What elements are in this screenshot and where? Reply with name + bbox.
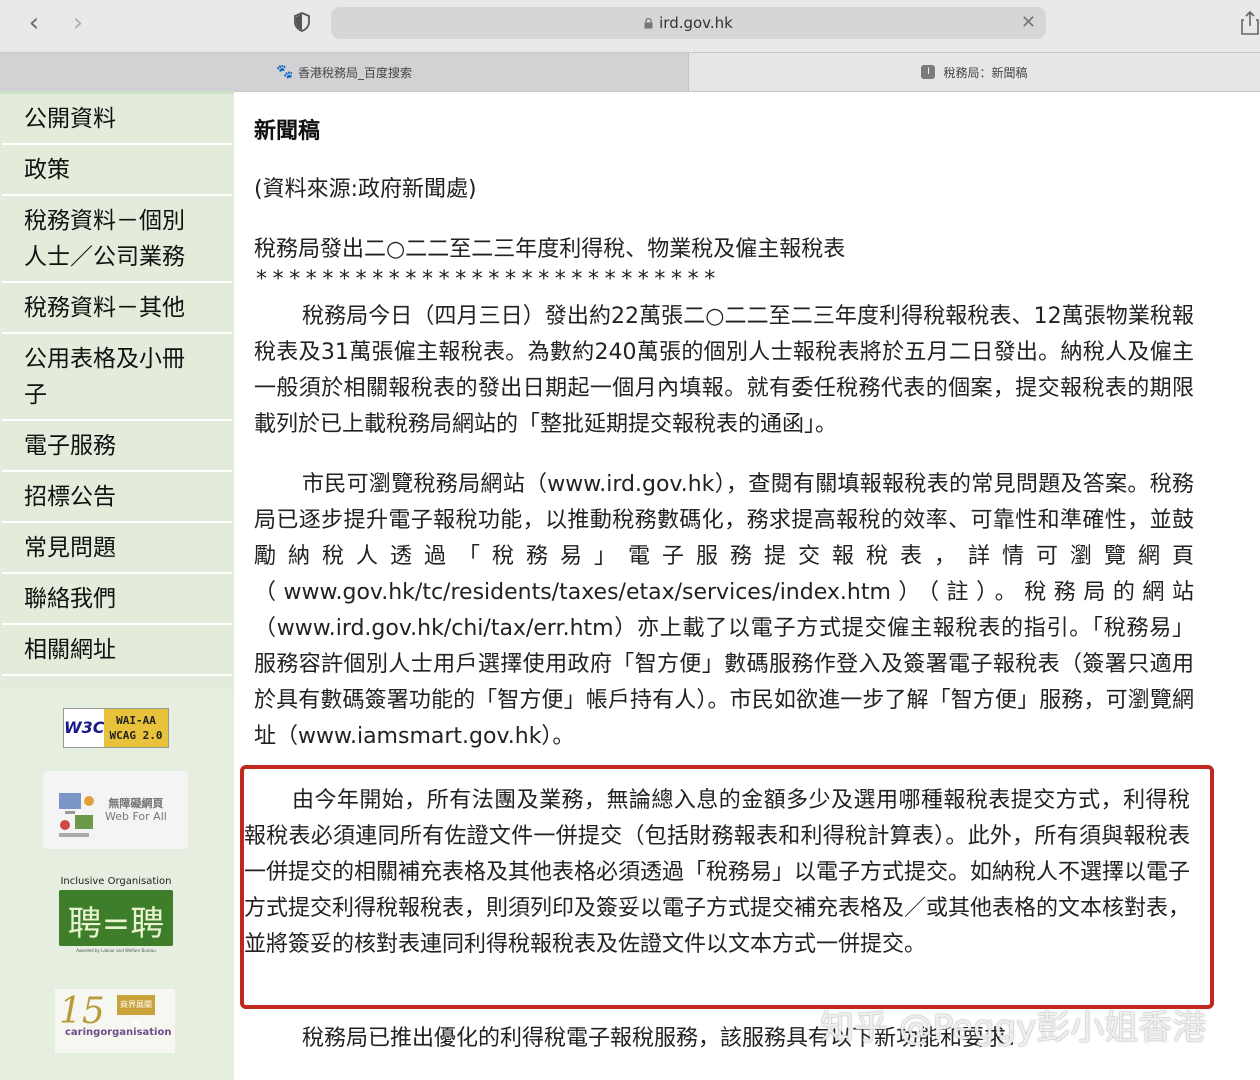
sidebar-item-forms-booklets[interactable]: 公用表格及小冊子 [2, 334, 232, 421]
wcag-label: WAI-AA WCAG 2.0 [104, 709, 168, 747]
wcag-version: WCAG 2.0 [109, 729, 163, 742]
sidebar-item-contact-us[interactable]: 聯絡我們 [2, 574, 232, 625]
sidebar-item-tax-individual-business[interactable]: 稅務資料－個別人士／公司業務 [2, 196, 232, 283]
inclusive-logo: 聘=聘 [59, 890, 173, 946]
news-source: (資料來源:政府新聞處) [254, 177, 477, 202]
inclusive-foot: Awarded by Labour and Welfare Bureau [76, 948, 156, 953]
paragraph-supporting-documents: 由今年開始，所有法團及業務，無論總入息的金額多少及選用哪種報稅表提交方式，利得稅… [244, 788, 1191, 957]
sidebar-item-faq[interactable]: 常見問題 [2, 523, 232, 574]
web-for-all-en: Web For All [105, 810, 167, 823]
shield-icon[interactable] [294, 12, 310, 32]
baidu-paw-icon: 🐾 [275, 64, 294, 80]
sidebar-item-tax-other[interactable]: 稅務資料－其他 [2, 283, 232, 334]
caring-text: caringorganisation [65, 1027, 172, 1038]
web-for-all-zh: 無障礙網頁 [108, 797, 164, 810]
clear-url-icon[interactable]: ✕ [1021, 12, 1036, 33]
highlighted-paragraph-box: 由今年開始，所有法團及業務，無論總入息的金額多少及選用哪種報稅表提交方式，利得稅… [240, 765, 1214, 1009]
inclusive-organisation-badge[interactable]: Inclusive Organisation 聘=聘 Awarded by La… [55, 876, 177, 958]
sidebar-item-public-info[interactable]: 公開資料 [2, 94, 232, 145]
zhihu-watermark: 知乎 @Peggy彭小姐香港 [820, 1008, 1207, 1048]
tab-strip: 🐾 香港稅務局_百度搜索 I 稅務局：新聞稿 [0, 52, 1260, 92]
browser-toolbar: ‹ › ird.gov.hk ✕ [0, 0, 1260, 52]
sidebar-item-related-links[interactable]: 相關網址 [2, 625, 232, 676]
forward-icon[interactable]: › [64, 10, 92, 38]
caring-plus-label: 商界展關懷 [117, 995, 155, 1029]
page-title: 新聞稿 [254, 119, 321, 144]
sidebar: 公開資料 政策 稅務資料－個別人士／公司業務 稅務資料－其他 公用表格及小冊子 … [0, 91, 234, 1080]
inclusive-title: Inclusive Organisation [60, 876, 172, 887]
sidebar-item-eservices[interactable]: 電子服務 [2, 421, 232, 472]
web-for-all-badge[interactable]: 無障礙網頁 Web For All [43, 771, 188, 849]
back-icon[interactable]: ‹ [20, 10, 48, 38]
w3c-logo: W3C [64, 718, 105, 737]
main-content: 新聞稿 (資料來源:政府新聞處) 稅務局發出二○二二至二三年度利得稅、物業稅及僱… [240, 91, 1244, 1080]
paragraph-online-filing: 市民可瀏覽稅務局網站（www.ird.gov.hk），查閱有關填報報稅表的常見問… [254, 472, 1194, 749]
wcag-level: WAI-AA [116, 714, 156, 727]
caring-years: 15 [59, 991, 105, 1032]
tab-label: 稅務局：新聞稿 [943, 65, 1028, 80]
inclusive-glyph: 聘=聘 [67, 904, 165, 944]
accessibility-badges: W3C WAI-AA WCAG 2.0 無障礙網頁 Web For All In… [0, 689, 234, 1080]
sidebar-item-policy[interactable]: 政策 [2, 145, 232, 196]
tab-label: 香港稅務局_百度搜索 [297, 65, 412, 80]
share-icon[interactable] [1240, 10, 1260, 36]
address-bar[interactable]: ird.gov.hk ✕ [331, 7, 1046, 39]
ird-favicon-icon: I [921, 65, 936, 79]
tab-ird-press-release[interactable]: I 稅務局：新聞稿 [689, 53, 1260, 91]
press-release-headline: 稅務局發出二○二二至二三年度利得稅、物業稅及僱主報稅表 [254, 237, 846, 262]
web-for-all-text: 無障礙網頁 Web For All [105, 797, 167, 823]
caring-organisation-badge[interactable]: 15 商界展關懷 caringorganisation [55, 989, 175, 1053]
sidebar-item-tenders[interactable]: 招標公告 [2, 472, 232, 523]
sidebar-menu: 公開資料 政策 稅務資料－個別人士／公司業務 稅務資料－其他 公用表格及小冊子 … [0, 94, 234, 692]
lock-icon [644, 18, 653, 29]
paragraph-returns-issued: 稅務局今日（四月三日）發出約22萬張二○二二至二三年度利得稅報稅表、12萬張物業… [254, 304, 1194, 437]
computer-icon [59, 793, 94, 837]
w3c-wcag-badge[interactable]: W3C WAI-AA WCAG 2.0 [63, 708, 169, 748]
headline-divider: **************************** [256, 267, 721, 292]
tab-baidu-search[interactable]: 🐾 香港稅務局_百度搜索 [0, 53, 689, 91]
url-text: ird.gov.hk [659, 14, 733, 32]
